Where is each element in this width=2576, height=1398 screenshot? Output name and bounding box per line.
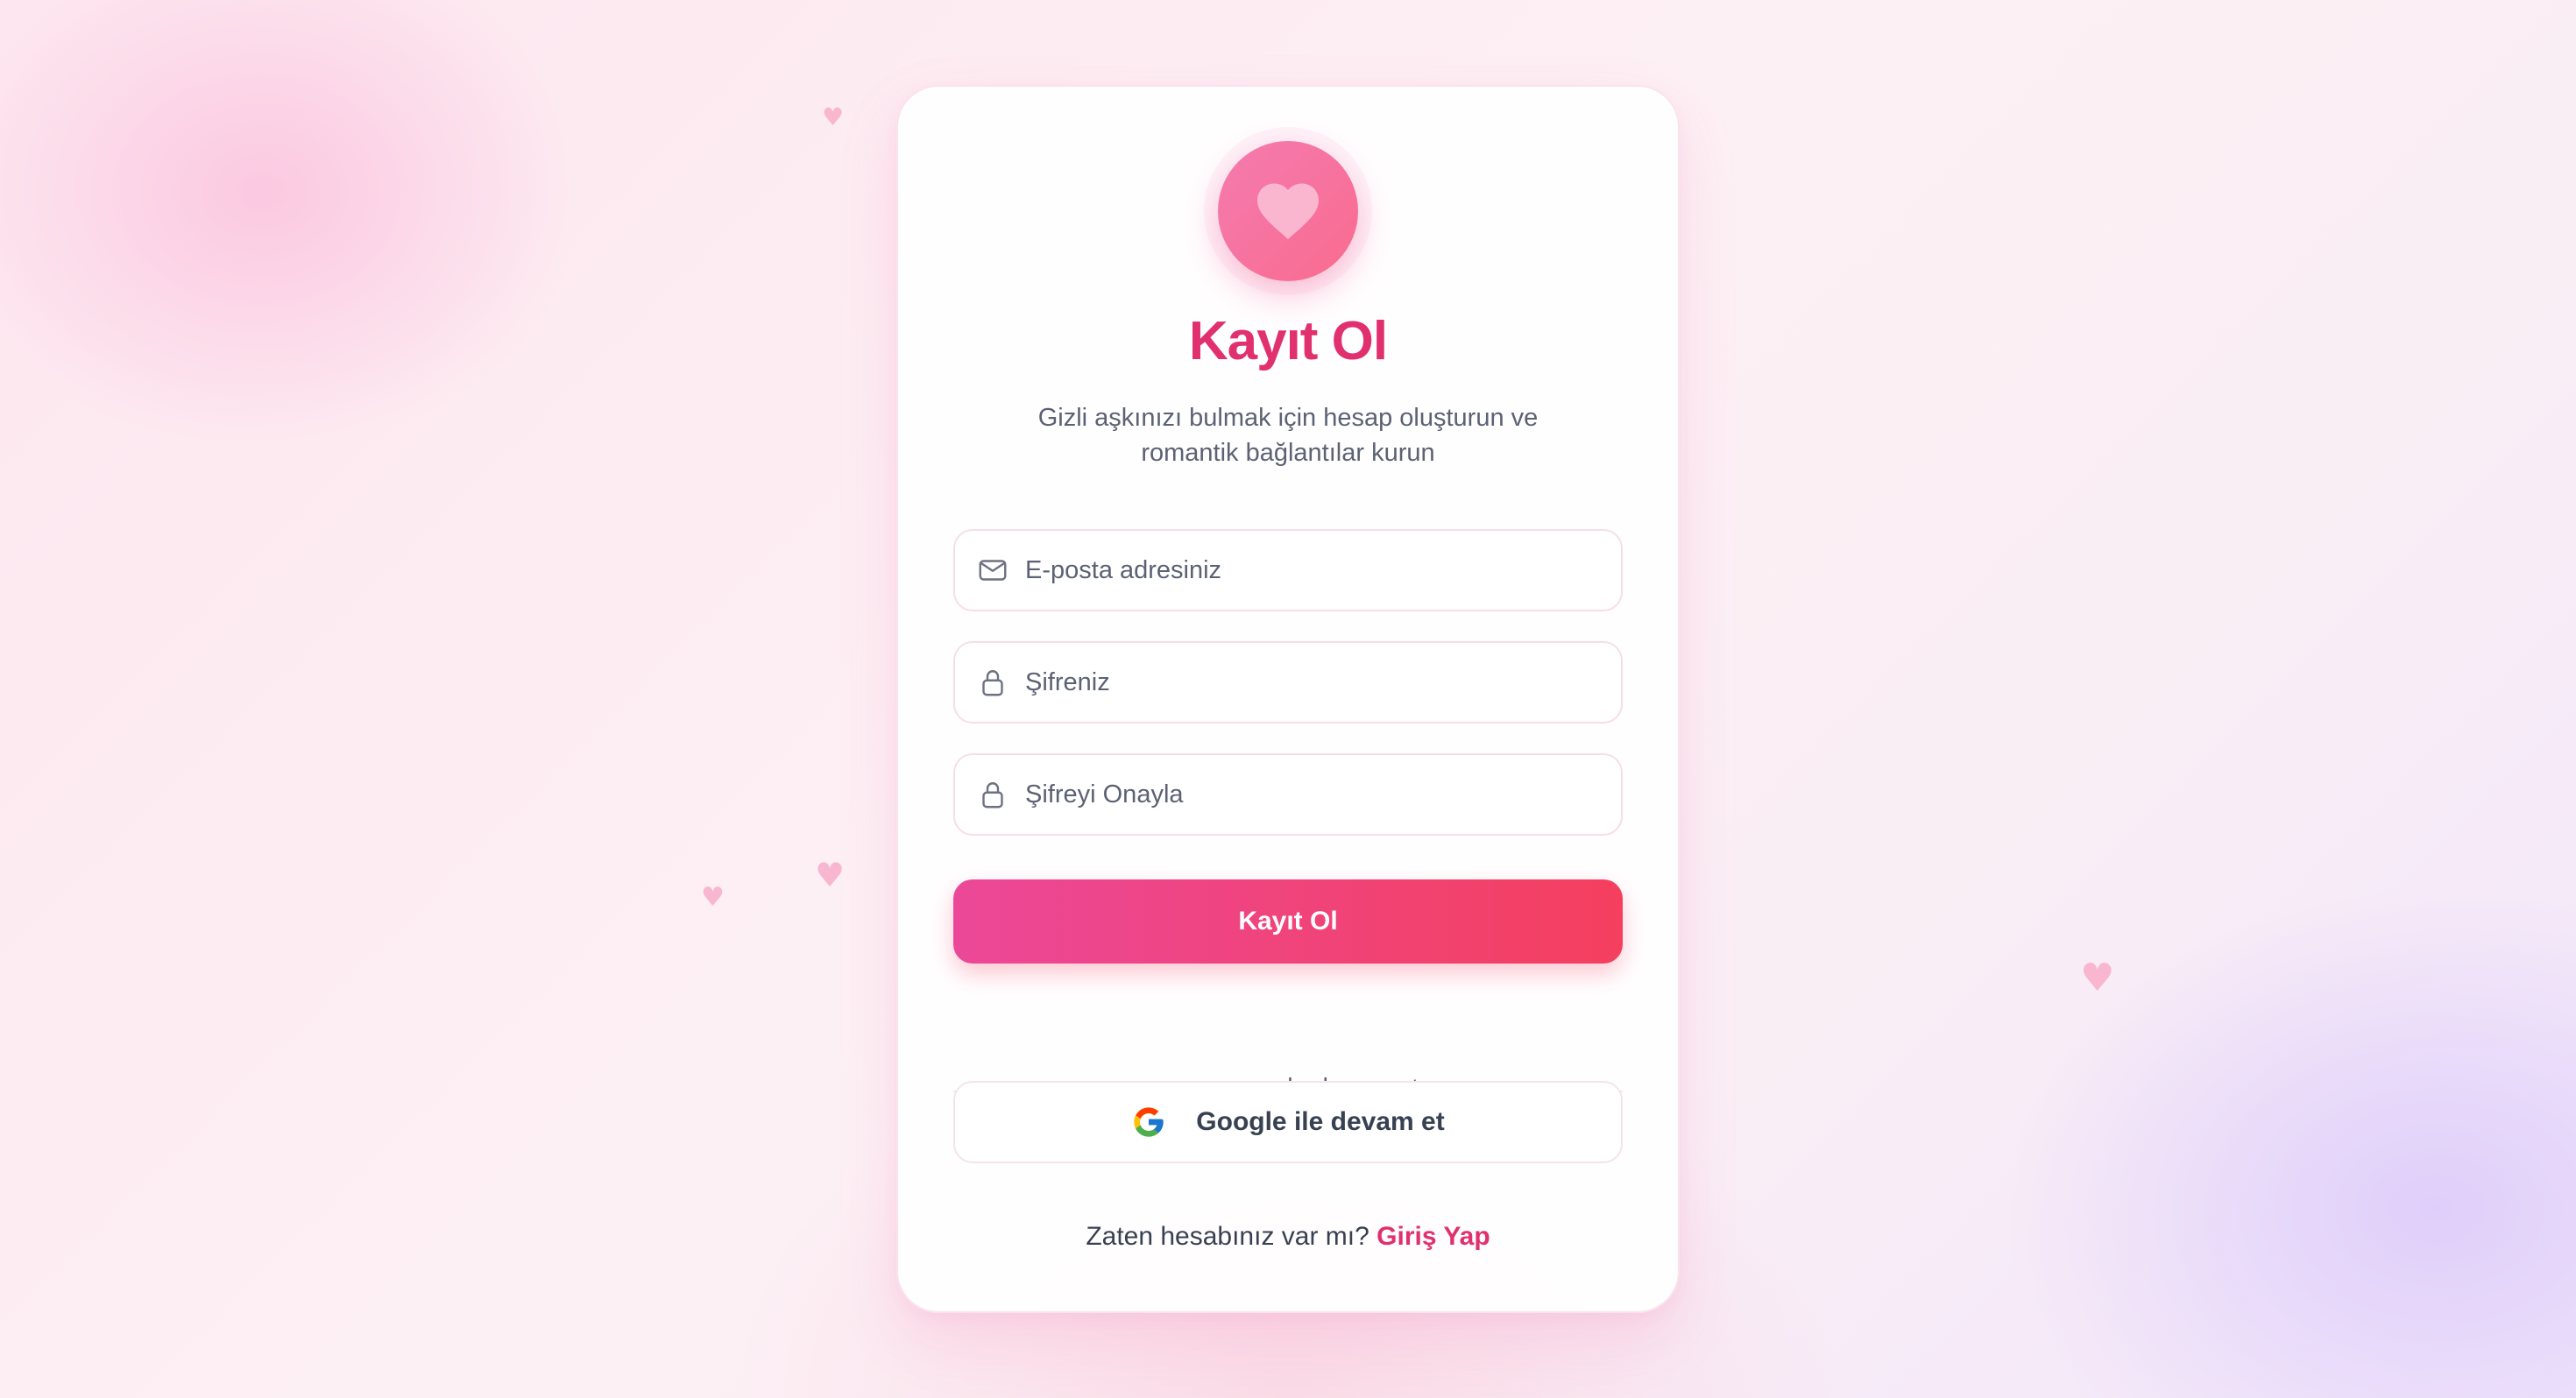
lock-icon — [976, 666, 1009, 699]
logo-badge — [1218, 141, 1358, 281]
floating-heart-icon: ♥ — [701, 882, 725, 913]
login-prompt: Zaten hesabınız var mı? Giriş Yap — [898, 1222, 1678, 1252]
page-subtitle: Gizli aşkınızı bulmak için hesap oluştur… — [1037, 404, 1539, 467]
google-signin-button[interactable]: Google ile devam et — [953, 1081, 1623, 1163]
google-button-label: Google ile devam et — [1196, 1107, 1445, 1136]
email-input[interactable] — [1025, 531, 1621, 610]
page-title: Kayıt Ol — [1188, 311, 1388, 371]
signup-card: Kayıt Ol Gizli aşkınızı bulmak için hesa… — [896, 85, 1680, 1313]
confirm-password-field[interactable] — [953, 753, 1623, 836]
heart-icon — [1257, 183, 1319, 240]
email-field[interactable] — [953, 529, 1623, 611]
floating-heart-icon: ♥ — [822, 102, 845, 131]
confirm-password-input[interactable] — [1025, 755, 1621, 834]
floating-heart-icon: ♥ — [815, 856, 846, 894]
password-input[interactable] — [1025, 643, 1621, 722]
signup-button[interactable]: Kayıt Ol — [953, 879, 1623, 964]
login-link[interactable]: Giriş Yap — [1376, 1222, 1490, 1251]
google-icon — [1134, 1107, 1164, 1137]
password-field[interactable] — [953, 641, 1623, 724]
mail-icon — [976, 554, 1009, 587]
login-prompt-text: Zaten hesabınız var mı? — [1086, 1222, 1369, 1251]
floating-heart-icon: ♥ — [2080, 956, 2115, 1000]
lock-icon — [976, 778, 1009, 811]
